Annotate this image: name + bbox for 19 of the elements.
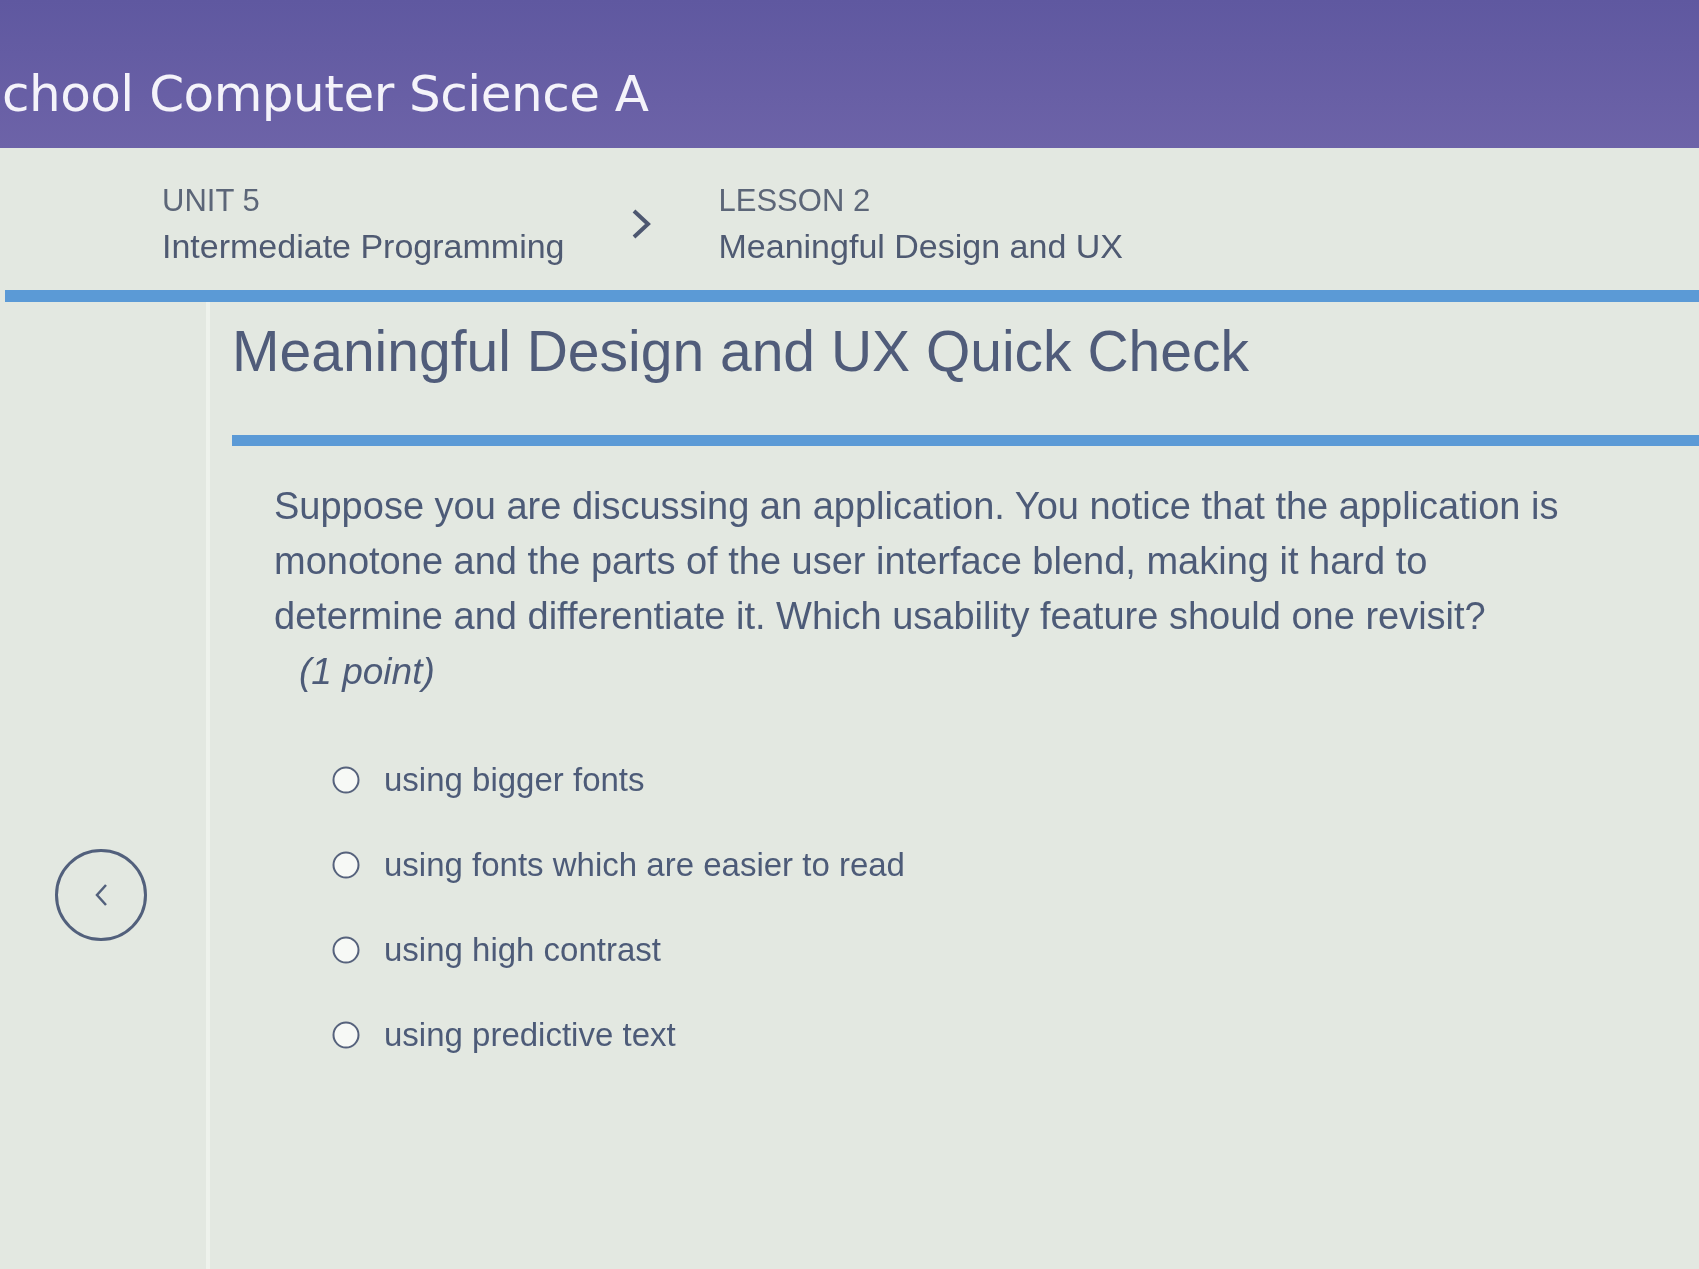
breadcrumb-label: LESSON 2 <box>718 182 872 219</box>
radio-button-icon[interactable] <box>332 851 360 879</box>
breadcrumb-link[interactable]: Intermediate Programming <box>162 226 565 266</box>
question-text: Suppose you are discussing an application. You notice that the application is monotone and the parts of the user interface blend, making it hard to determine and differentiate it. Which usability feature should one revisit? <box>274 484 1560 639</box>
answer-option[interactable]: using fonts which are easier to read <box>332 846 905 884</box>
chevron-right-icon <box>630 208 651 240</box>
breadcrumb-link[interactable]: Meaningful Design and UX <box>718 226 1123 266</box>
page-title: Meaningful Design and UX Quick Check <box>232 318 1249 385</box>
radio-button-icon[interactable] <box>332 1021 360 1049</box>
answer-option[interactable]: using high contrast <box>332 931 661 969</box>
chevron-left-icon <box>94 883 108 907</box>
radio-button-icon[interactable] <box>332 766 360 794</box>
radio-button-icon[interactable] <box>332 936 360 964</box>
course-title: chool Computer Science A <box>2 65 649 123</box>
breadcrumb-label: UNIT 5 <box>162 182 261 219</box>
back-button[interactable] <box>55 849 147 941</box>
points-label: (1 point) <box>299 650 435 694</box>
answer-option[interactable]: using predictive text <box>332 1016 676 1054</box>
answer-option[interactable]: using bigger fonts <box>332 761 645 799</box>
